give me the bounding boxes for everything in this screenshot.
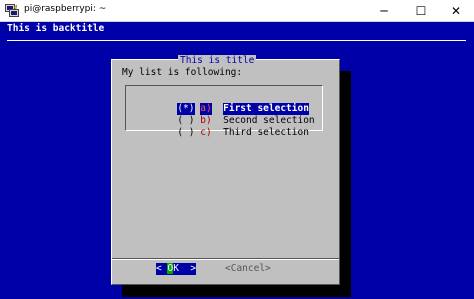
minimize-button[interactable]: ─ <box>366 0 402 22</box>
putty-app-icon[interactable] <box>5 4 19 18</box>
window-title: pi@raspberrypi: ~ <box>24 4 107 14</box>
close-button[interactable]: ✕ <box>438 0 474 22</box>
maximize-button[interactable]: ☐ <box>403 0 439 22</box>
maximize-icon: ☐ <box>415 4 427 18</box>
close-icon: ✕ <box>450 4 462 18</box>
radio-item-second[interactable]: ( ) b) Second selection <box>143 103 314 126</box>
ok-button[interactable]: < OK > <box>156 263 197 275</box>
ok-right-bracket: > <box>178 263 197 274</box>
backtitle: This is backtitle <box>7 23 105 34</box>
terminal-area[interactable]: This is backtitle This is title My list … <box>0 22 474 299</box>
minimize-icon: ─ <box>380 4 388 18</box>
dialog-title: This is title <box>178 55 257 66</box>
radiolist-dialog: This is title My list is following: (*) … <box>111 55 340 285</box>
backtitle-divider <box>7 40 466 41</box>
ok-left-bracket: < <box>156 263 168 274</box>
radio-item-first[interactable]: (*) a) First selection <box>143 91 309 115</box>
radio-indicator[interactable]: ( ) <box>177 127 194 139</box>
radio-item-label: Third selection <box>223 127 309 138</box>
radio-item-third[interactable]: ( ) c) Third selection <box>143 115 309 138</box>
button-separator <box>112 258 339 260</box>
dialog-prompt: My list is following: <box>122 67 243 78</box>
cancel-button[interactable]: <Cancel> <box>225 263 271 275</box>
radio-item-tag: c) <box>200 127 212 138</box>
window-titlebar[interactable]: pi@raspberrypi: ~ ─ ☐ ✕ <box>0 0 474 22</box>
